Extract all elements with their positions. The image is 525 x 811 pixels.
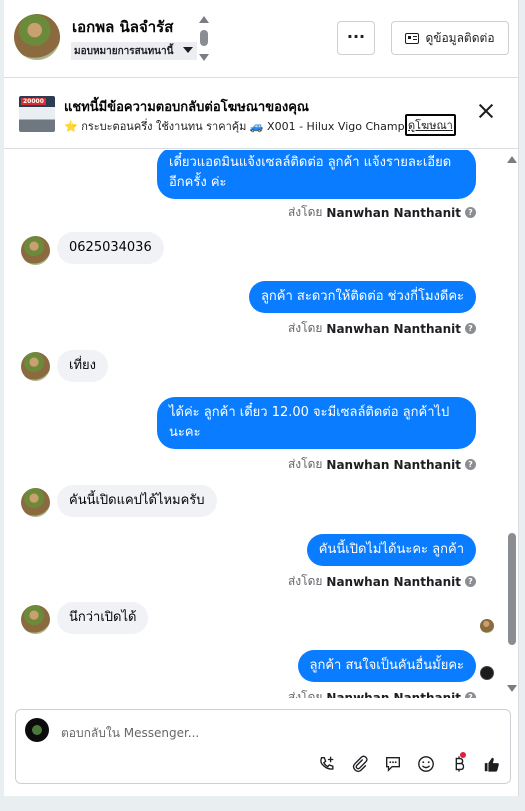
sender-name: Nanwhan Nanthanit — [326, 205, 461, 220]
message-composer[interactable]: ตอบกลับใน Messenger... — [15, 709, 511, 784]
sender-name: Nanwhan Nanthanit — [326, 690, 461, 699]
sent-by-label: ส่งโดย Nanwhan Nanthanit ? — [288, 572, 476, 591]
sent-by-prefix: ส่งโดย — [287, 574, 323, 588]
sender-avatar — [21, 605, 50, 634]
attachment-icon[interactable] — [349, 753, 371, 775]
sender-avatar — [21, 488, 50, 517]
outgoing-message[interactable]: ลูกค้า สนใจเป็นคันอื่นมั้ยคะ — [297, 650, 476, 682]
message-thread: เดี๋ยวแอดมินแจ้งเซลล์ติดต่อ ลูกค้า แจ้งร… — [4, 150, 519, 698]
incoming-message[interactable]: นึกว่าเปิดได้ — [57, 602, 149, 634]
outgoing-message[interactable]: เดี๋ยวแอดมินแจ้งเซลล์ติดต่อ ลูกค้า แจ้งร… — [157, 150, 476, 199]
contact-avatar[interactable] — [14, 14, 60, 60]
reply-input[interactable]: ตอบกลับใน Messenger... — [61, 724, 199, 743]
chat-panel: เอกพล นิลจำรัส มอบหมายการสนทนานี้ ··· ดู… — [4, 0, 519, 796]
scroll-up-icon[interactable] — [507, 156, 517, 163]
sent-by-label: ส่งโดย Nanwhan Nanthanit ? — [288, 319, 476, 338]
ad-reply-banner: 20000 แชทนี้มีข้อความตอบกลับต่อโฆษณาของค… — [4, 79, 519, 149]
ad-banner-title: แชทนี้มีข้อความตอบกลับต่อโฆษณาของคุณ — [64, 100, 309, 115]
conversation-header: เอกพล นิลจำรัส มอบหมายการสนทนานี้ ··· ดู… — [4, 0, 519, 78]
outgoing-message[interactable]: ได้ค่ะ ลูกค้า เดี๋ยว 12.00 จะมีเซลล์ติดต… — [157, 397, 476, 449]
assign-conversation-dropdown[interactable]: มอบหมายการสนทนานี้ — [71, 42, 198, 60]
sent-by-prefix: ส่งโดย — [287, 321, 323, 335]
sent-by-label: ส่งโดย Nanwhan Nanthanit ? — [288, 455, 476, 474]
contact-name[interactable]: เอกพล นิลจำรัส — [72, 15, 173, 39]
sent-by-label: ส่งโดย Nanwhan Nanthanit ? — [288, 203, 476, 222]
sent-by-label: ส่งโดย Nanwhan Nanthanit ? — [288, 688, 476, 698]
sender-avatar — [21, 236, 50, 265]
page-avatar — [25, 718, 49, 742]
incoming-message[interactable]: 0625034036 — [57, 232, 164, 264]
sent-by-prefix: ส่งโดย — [287, 205, 323, 219]
close-icon[interactable] — [478, 103, 494, 119]
seen-avatar — [480, 666, 494, 680]
phone-add-icon[interactable] — [316, 753, 338, 775]
header-scrollbar[interactable] — [198, 16, 210, 62]
scroll-down-icon[interactable] — [199, 54, 209, 61]
help-icon[interactable]: ? — [465, 323, 476, 334]
like-icon[interactable] — [481, 753, 503, 775]
ad-thumbnail-price: 20000 — [21, 98, 46, 105]
baht-payment-icon[interactable] — [448, 753, 470, 775]
scroll-down-icon[interactable] — [507, 685, 517, 692]
scroll-thumb[interactable] — [200, 30, 208, 46]
contact-card-icon — [405, 32, 420, 44]
ad-banner-subtitle: ⭐ กระบะตอนครึ่ง ใช้งานทน ราคาคุ้ม 🚙 X001… — [64, 120, 440, 133]
sent-by-prefix: ส่งโดย — [287, 457, 323, 471]
ad-thumbnail[interactable]: 20000 — [19, 96, 55, 132]
assign-label: มอบหมายการสนทนานี้ — [74, 46, 174, 57]
help-icon[interactable]: ? — [465, 207, 476, 218]
scroll-thumb[interactable] — [508, 533, 516, 645]
help-icon[interactable]: ? — [465, 459, 476, 470]
emoji-icon[interactable] — [415, 753, 437, 775]
sender-name: Nanwhan Nanthanit — [326, 321, 461, 336]
incoming-message[interactable]: เที่ยง — [57, 350, 108, 382]
sender-avatar — [21, 352, 50, 381]
caret-down-icon — [183, 47, 194, 53]
notification-dot — [460, 752, 466, 758]
sender-name: Nanwhan Nanthanit — [326, 574, 461, 589]
sent-by-prefix: ส่งโดย — [287, 690, 323, 698]
help-icon[interactable]: ? — [465, 692, 476, 698]
thread-scrollbar[interactable] — [505, 150, 519, 698]
scroll-up-icon[interactable] — [199, 16, 209, 23]
composer-toolbar — [316, 752, 503, 776]
view-ad-link[interactable]: ดูโฆษณา — [405, 114, 456, 136]
view-contact-info-button[interactable]: ดูข้อมูลติดต่อ — [391, 21, 509, 55]
sender-name: Nanwhan Nanthanit — [326, 457, 461, 472]
incoming-message[interactable]: คันนี้เปิดแคปได้ไหมครับ — [57, 485, 217, 517]
outgoing-message[interactable]: คันนี้เปิดไม่ได้นะคะ ลูกค้า — [306, 534, 476, 566]
saved-reply-icon[interactable] — [382, 753, 404, 775]
contact-info-label: ดูข้อมูลติดต่อ — [425, 30, 495, 45]
more-options-button[interactable]: ··· — [337, 21, 375, 55]
outgoing-message[interactable]: ลูกค้า สะดวกให้ติดต่อ ช่วงกี่โมงดีคะ — [248, 281, 476, 313]
seen-avatar — [480, 619, 494, 633]
help-icon[interactable]: ? — [465, 576, 476, 587]
